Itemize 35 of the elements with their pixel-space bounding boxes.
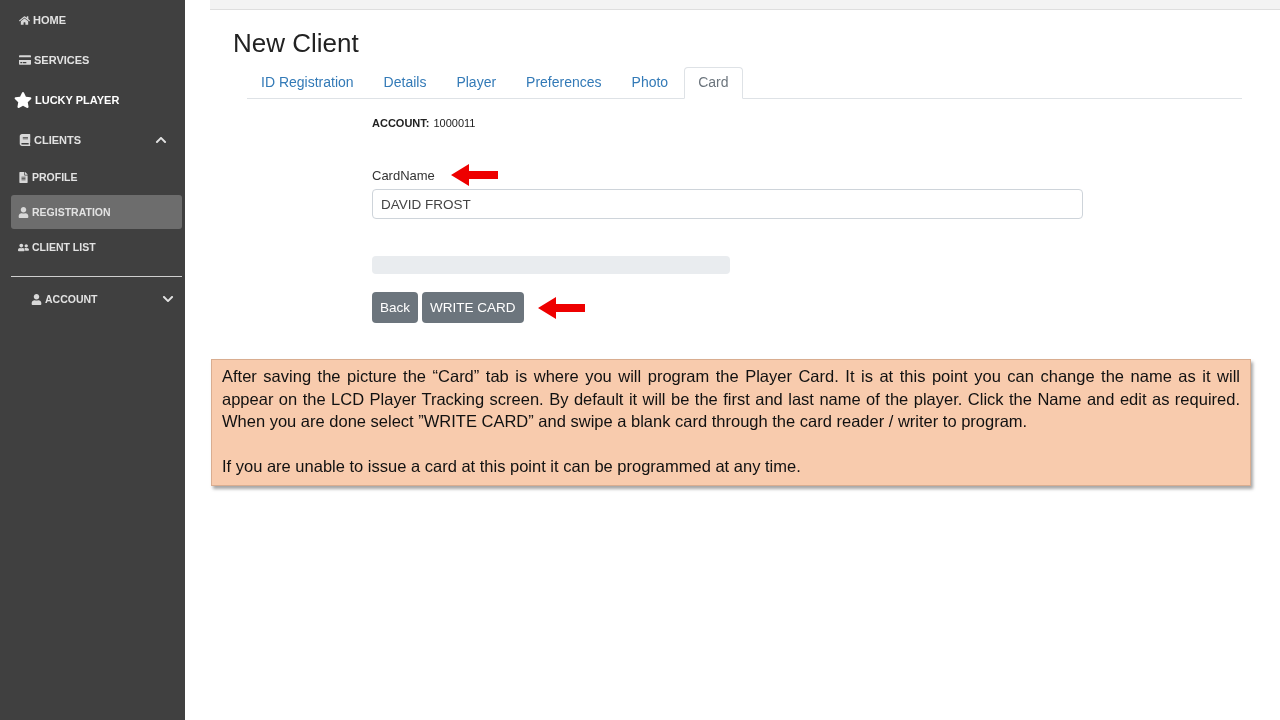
input-field[interactable]: DAVID FROST (372, 189, 1083, 219)
write-card-button[interactable]: WRITE CARD (422, 292, 524, 323)
book-icon (19, 134, 31, 146)
note-text: After saving the picture the “Card” tab is where you will program the Player Card. It is at this point you can change the name as it will appear on the LCD Player Tracking screen. By default it will be the first and last name of the player. Click the Name and edit as required. When you are done select ”WRITE CARD” and swipe a blank card through the card reader / writer to program. (222, 366, 1240, 432)
star-icon (14, 91, 32, 109)
back-button[interactable]: Back (372, 292, 418, 323)
tab[interactable]: Details (369, 67, 441, 99)
sidebar-item[interactable]: CLIENTS (0, 120, 185, 160)
tab[interactable]: Preferences (512, 67, 616, 99)
account-number: 1000011 (433, 117, 476, 129)
sidebar-item[interactable]: PROFILE (11, 160, 182, 194)
sidebar-item[interactable]: SERVICES (0, 40, 185, 80)
sidebar-item[interactable]: CLIENT LIST (11, 230, 182, 264)
left-arrow-icon (450, 164, 498, 186)
sidebar-item[interactable]: REGISTRATION (11, 195, 182, 229)
user-icon (18, 206, 29, 218)
chevron-up-icon (155, 134, 167, 146)
sidebar-item[interactable]: ACCOUNT (0, 282, 185, 316)
note-text: If you are unable to issue a card at this point it can be programmed at any time. (222, 455, 802, 477)
sidebar-item[interactable]: HOME (0, 0, 185, 40)
tab[interactable]: Player (442, 67, 511, 99)
tab[interactable]: Card (684, 67, 743, 99)
tab[interactable]: Photo (617, 67, 683, 99)
users-icon (18, 241, 29, 253)
document-icon (18, 171, 29, 183)
sidebar-item[interactable]: LUCKY PLAYER (0, 80, 185, 120)
card-icon (19, 54, 31, 66)
left-arrow-icon (537, 296, 585, 319)
home-icon (19, 14, 30, 26)
tab[interactable]: ID Registration (247, 67, 368, 99)
account-label: ACCOUNT: (372, 117, 430, 129)
page-title: New Client (233, 27, 360, 59)
chevron-down-icon (162, 293, 174, 305)
field-label: CardName (372, 167, 435, 183)
user-icon (31, 293, 42, 305)
